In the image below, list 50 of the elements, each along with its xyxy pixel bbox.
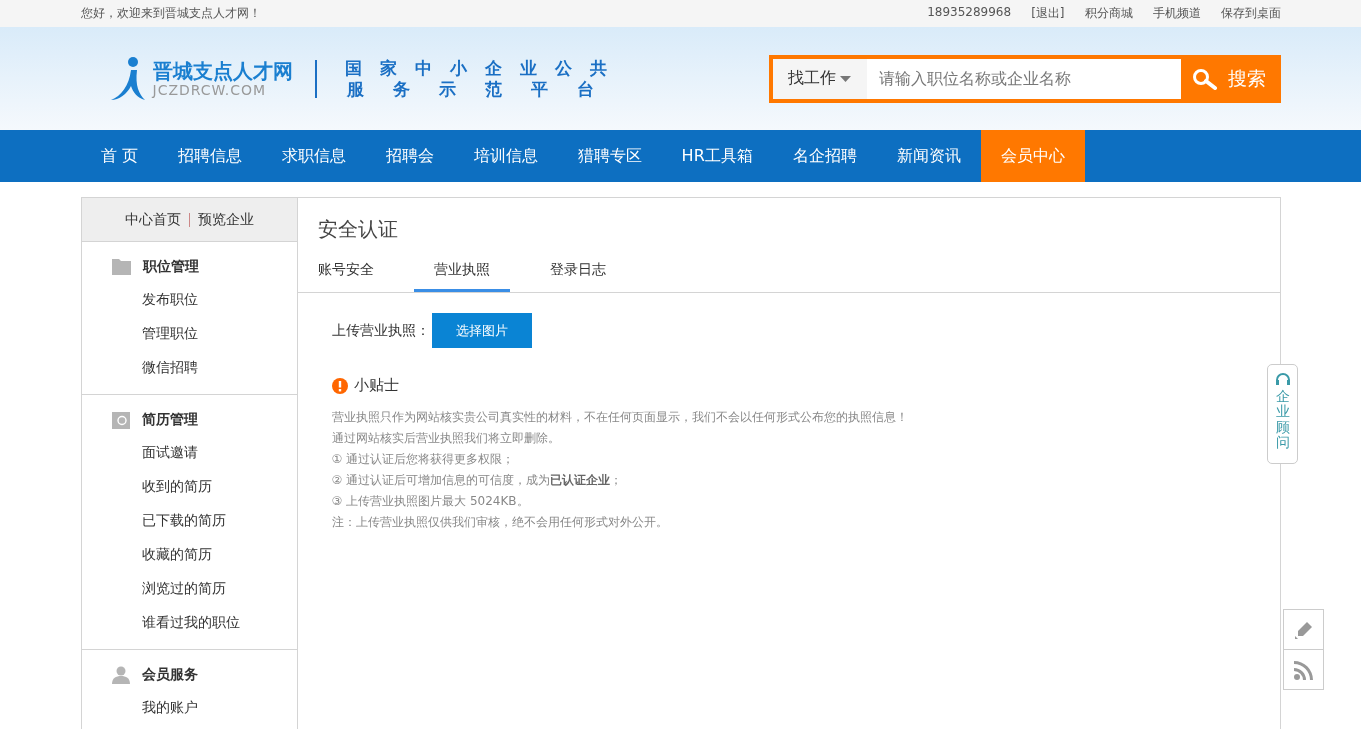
tip-text: 营业执照只作为网站核实贵公司真实性的材料，不在任何页面显示，我们不会以任何形式公布您的执照信息！ (331, 409, 909, 426)
sidebar-group-title: 职位管理 (142, 258, 199, 276)
choose-image-button[interactable]: 选择图片 (431, 313, 532, 348)
sidebar-item[interactable]: 发布职位 (81, 282, 297, 316)
nav-item[interactable]: 猎聘专区 (557, 130, 662, 182)
sidebar-item[interactable]: 管理职位 (81, 316, 297, 350)
welcome-text: 您好，欢迎来到晋城支点人才网！ (80, 5, 261, 22)
sidebar-item[interactable]: 收到的简历 (81, 469, 297, 503)
sidebar-item[interactable]: 收藏的简历 (81, 537, 297, 571)
upload-label: 上传营业执照： (331, 321, 430, 340)
sidebar-item[interactable]: 已下载的简历 (81, 503, 297, 537)
sidebar-group-title: 会员服务 (141, 666, 198, 684)
tip-text: 通过网站核实后营业执照我们将立即删除。 (331, 430, 561, 447)
sidebar-item[interactable]: 谁看过我的职位 (81, 605, 297, 639)
top-link[interactable]: 手机频道 (1152, 5, 1201, 22)
sidebar-item[interactable]: 面试邀请 (81, 435, 297, 469)
tip-text: 注：上传营业执照仅供我们审核，绝不会用任何形式对外公开。 (331, 514, 669, 531)
nav-item[interactable]: 新闻资讯 (876, 130, 981, 182)
tips-title: 小贴士 (353, 376, 399, 395)
nav-item[interactable]: 招聘会 (365, 130, 454, 182)
sidebar-item[interactable]: 微信招聘 (81, 350, 297, 384)
tip-text: ② 通过认证后可增加信息的可信度，成为已认证企业； (331, 472, 624, 489)
tip-text: ③ 上传营业执照图片最大 5024KB。 (331, 493, 530, 510)
sidebar-top-link[interactable]: 预览企业 (197, 210, 254, 229)
tab[interactable]: 营业执照 (413, 253, 510, 292)
sidebar-item[interactable]: 浏览过的简历 (81, 571, 297, 605)
nav-item[interactable]: 求职信息 (261, 130, 366, 182)
nav-item[interactable]: 培训信息 (453, 130, 558, 182)
consultant-tab[interactable]: 企业顾问 (1267, 364, 1298, 464)
sidebar-group-title: 简历管理 (141, 411, 198, 429)
page-title: 安全认证 (317, 216, 399, 243)
nav-item[interactable]: 名企招聘 (772, 130, 877, 182)
category-dropdown[interactable]: 找工作 (772, 58, 867, 99)
top-link[interactable]: 保存到桌面 (1220, 5, 1281, 22)
nav-item[interactable]: HR工具箱 (661, 130, 773, 182)
top-link[interactable]: 18935289968 (927, 5, 1012, 22)
top-link[interactable]: [退出] (1031, 5, 1065, 22)
nav-item[interactable]: 首 页 (80, 130, 158, 182)
slogan-text: 服务示范平台 (346, 78, 623, 100)
logo-domain: JCZDRCW.COM (152, 81, 268, 98)
nav-item[interactable]: 招聘信息 (157, 130, 262, 182)
tab[interactable]: 账号安全 (297, 253, 394, 292)
sidebar-item[interactable]: 我的账户 (81, 690, 297, 724)
top-link[interactable]: 积分商城 (1084, 5, 1133, 22)
tip-text: ① 通过认证后您将获得更多权限； (331, 451, 516, 468)
search-field[interactable]: 请输入职位名称或企业名称 (866, 58, 1181, 99)
tab[interactable]: 登录日志 (529, 253, 626, 292)
logo-name: 晋城支点人才网 (152, 59, 293, 82)
slogan-text: 国家中小企业公共 (344, 57, 625, 79)
sidebar-top-link[interactable]: 中心首页 (124, 210, 181, 229)
